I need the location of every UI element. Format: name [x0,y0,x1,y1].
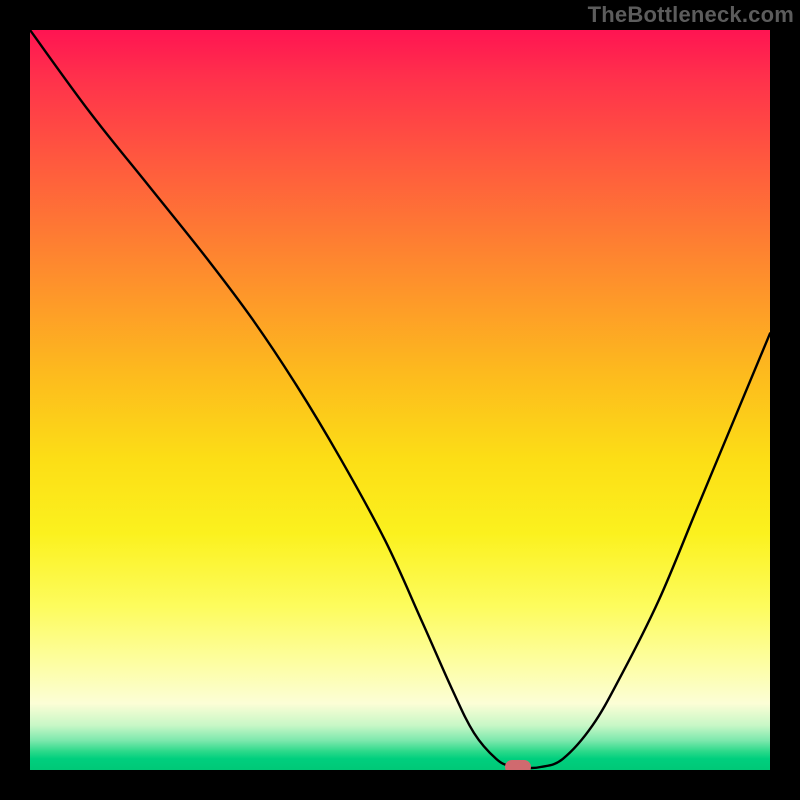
chart-frame: TheBottleneck.com [0,0,800,800]
bottleneck-curve [30,30,770,770]
curve-path [30,30,770,768]
watermark-text: TheBottleneck.com [588,2,794,28]
optimal-marker [505,760,531,770]
plot-area [30,30,770,770]
